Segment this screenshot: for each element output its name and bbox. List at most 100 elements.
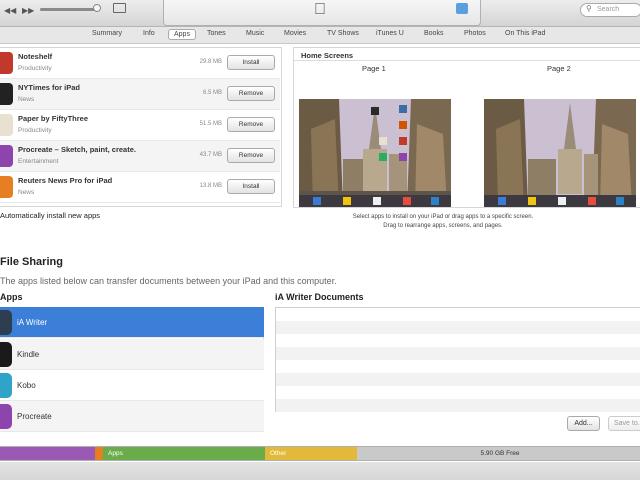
home-screens-hint: Select apps to install on your iPad or d… [293,213,593,231]
app-category: Productivity [18,127,52,134]
device-tab-strip: Summary Info Apps Tones Music Movies TV … [0,27,640,44]
table-row [276,399,640,412]
documents-list[interactable] [275,307,640,412]
app-name: NYTimes for iPad [18,83,80,92]
apps-list: Noteshelf Productivity 29.8 MB Install N… [0,47,282,207]
table-row [276,334,640,347]
app-action-button[interactable]: Install [227,179,275,194]
app-icon [0,52,13,74]
app-row[interactable]: Paper by FiftyThree Productivity 51.5 MB… [0,110,280,141]
app-size: 51.5 MB [199,121,222,127]
wallpaper-image [484,99,636,207]
tab-books[interactable]: Books [424,30,443,37]
hint-line: Drag to rearrange apps, screens, and pag… [383,223,503,229]
app-size: 13.8 MB [199,183,222,189]
app-action-button[interactable]: Remove [227,148,275,163]
tab-itunes-u[interactable]: iTunes U [376,30,404,37]
app-size: 29.8 MB [199,59,222,65]
app-icon [0,404,12,429]
app-category: Productivity [18,65,52,72]
divider [294,60,640,61]
save-to-button[interactable]: Save to... [608,416,640,431]
capacity-segment [95,447,103,460]
capacity-segment [0,447,95,460]
file-sharing-title: File Sharing [0,256,63,268]
tab-photos[interactable]: Photos [464,30,486,37]
search-placeholder: Search [597,6,620,13]
tab-music[interactable]: Music [246,30,264,37]
page-2-label: Page 2 [547,64,571,73]
app-name: iA Writer [17,318,48,327]
app-action-button[interactable]: Remove [227,117,275,132]
apps-column-header: Apps [0,292,23,302]
documents-title: iA Writer Documents [275,292,364,302]
app-category: News [18,189,35,196]
fast-forward-icon[interactable]: ▶▶ [22,6,34,15]
table-row [276,321,640,334]
table-row [276,386,640,399]
app-row[interactable]: Procreate – Sketch, paint, create. Enter… [0,141,280,172]
apple-logo-icon:  [314,1,326,19]
app-name: Reuters News Pro for iPad [18,176,113,185]
tab-summary[interactable]: Summary [92,30,122,37]
app-row[interactable]: Reuters News Pro for iPad News 13.8 MB I… [0,172,280,203]
app-name: Procreate [17,412,52,421]
tab-tv-shows[interactable]: TV Shows [327,30,359,37]
add-document-button[interactable]: Add... [567,416,600,431]
volume-knob[interactable] [93,4,101,12]
list-view-icon[interactable] [456,3,468,14]
app-icon [0,83,13,105]
tab-movies[interactable]: Movies [284,30,306,37]
capacity-segment: Apps [103,447,265,460]
tab-tones[interactable]: Tones [207,30,226,37]
app-name: Noteshelf [18,52,53,61]
wallpaper-image [299,99,451,207]
tab-on-this-ipad[interactable]: On This iPad [505,30,545,37]
tab-info[interactable]: Info [143,30,155,37]
app-name: Paper by FiftyThree [18,114,89,123]
app-action-button[interactable]: Remove [227,86,275,101]
free-space-label: 5.90 GB Free [480,450,520,457]
app-size: 43.7 MB [199,152,222,158]
capacity-segment: Other [265,447,357,460]
list-item[interactable]: iA Writer [0,307,264,338]
home-screen-page-1[interactable] [299,99,451,207]
app-icon [0,373,12,398]
home-screen-page-2[interactable] [484,99,636,207]
app-icon [0,145,13,167]
capacity-bar: Apps Other 5.90 GB Free [0,446,640,461]
app-name: Kobo [17,381,36,390]
app-name: Procreate – Sketch, paint, create. [18,145,136,154]
table-row [276,360,640,373]
list-item[interactable]: Kindle [0,339,264,370]
app-size: 6.5 MB [202,90,222,96]
file-sharing-description: The apps listed below can transfer docum… [0,276,337,286]
file-sharing-apps-list: iA Writer Kindle Kobo Procreate [0,307,264,432]
search-input[interactable]: ⚲ Search [580,3,640,17]
app-category: Entertainment [18,158,59,165]
app-name: Kindle [17,350,40,359]
bottom-bar [0,462,640,480]
auto-install-checkbox-label[interactable]: Automatically install new apps [0,211,100,220]
search-icon: ⚲ [586,4,592,13]
list-item[interactable]: Kobo [0,370,264,401]
hint-line: Select apps to install on your iPad or d… [352,214,534,220]
volume-slider[interactable] [40,8,100,11]
tab-apps[interactable]: Apps [168,29,196,40]
table-row [276,308,640,321]
app-icon [0,114,13,136]
player-toolbar: ◀◀ ▶▶  ⚲ Search [0,0,640,27]
status-display:  [163,0,481,26]
app-action-button[interactable]: Install [227,55,275,70]
home-screens-panel: Home Screens Page 1 Page 2 [293,47,640,208]
rewind-icon[interactable]: ◀◀ [4,6,16,15]
app-row[interactable]: NYTimes for iPad News 6.5 MB Remove [0,79,280,110]
airplay-icon[interactable] [113,3,126,13]
page-1-label: Page 1 [362,64,386,73]
app-icon [0,310,12,335]
app-category: News [18,96,35,103]
app-row[interactable]: Noteshelf Productivity 29.8 MB Install [0,48,280,79]
app-icon [0,176,13,198]
list-item[interactable]: Procreate [0,401,264,432]
home-screens-title: Home Screens [301,51,354,60]
